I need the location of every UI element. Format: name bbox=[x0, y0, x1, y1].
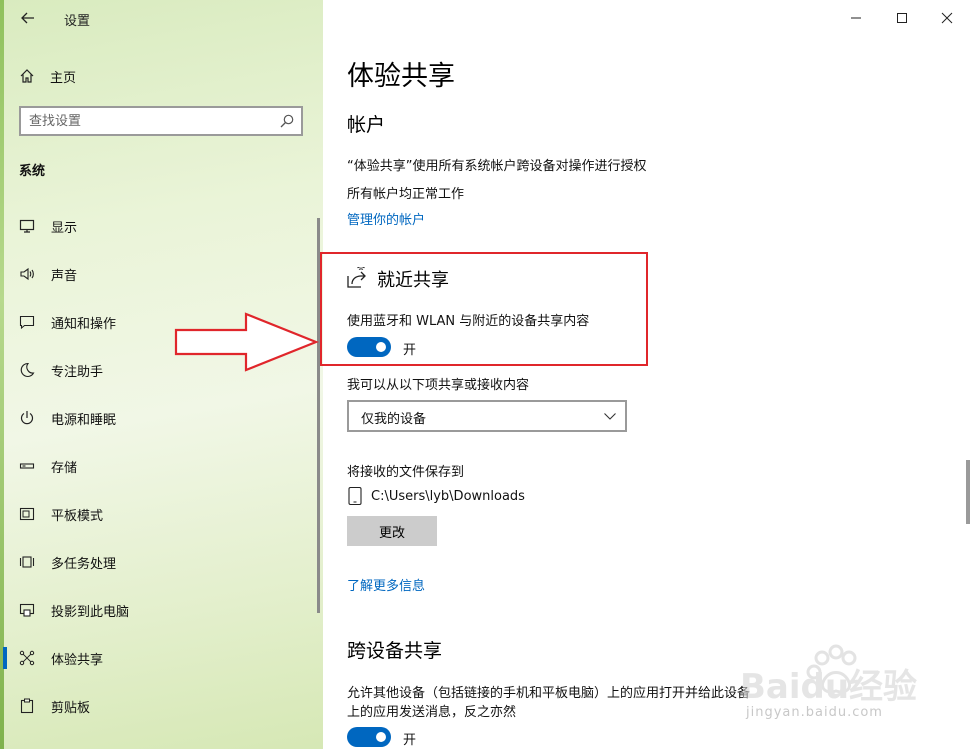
cross-device-toggle[interactable] bbox=[347, 727, 391, 747]
cross-device-description-1: 允许其他设备（包括链接的手机和平板电脑）上的应用打开并给此设备 bbox=[347, 686, 751, 701]
moon-icon bbox=[20, 362, 35, 377]
close-icon[interactable] bbox=[924, 0, 970, 36]
content-pane: 体验共享 帐户 “体验共享”使用所有系统帐户跨设备对操作进行授权 所有帐户均正常… bbox=[323, 0, 973, 749]
tablet-mode-icon bbox=[19, 507, 35, 521]
sidebar-item-shared-experiences[interactable]: 体验共享 bbox=[0, 634, 318, 682]
save-location-row: C:\Users\lyb\Downloads bbox=[347, 486, 525, 506]
sidebar-item-label: 通知和操作 bbox=[51, 316, 117, 332]
watermark-url: jingyan.baidu.com bbox=[746, 705, 883, 720]
sidebar: 设置 主页 系统 显示 声音 通知和操作 bbox=[0, 0, 323, 749]
highlight-box bbox=[320, 252, 648, 366]
sidebar-item-display[interactable]: 显示 bbox=[0, 202, 318, 250]
watermark-brand: Baidu经验 bbox=[740, 667, 917, 707]
accounts-heading: 帐户 bbox=[347, 114, 386, 136]
sidebar-item-label: 多任务处理 bbox=[51, 556, 117, 572]
sidebar-item-label: 存储 bbox=[51, 460, 78, 476]
sidebar-item-label: 电源和睡眠 bbox=[51, 412, 117, 428]
notification-icon bbox=[19, 315, 35, 330]
phone-icon bbox=[348, 486, 362, 506]
sidebar-item-home[interactable]: 主页 bbox=[18, 64, 76, 88]
sidebar-item-storage[interactable]: 存储 bbox=[0, 442, 318, 490]
search-icon[interactable] bbox=[279, 113, 295, 129]
sidebar-item-label: 专注助手 bbox=[51, 364, 104, 380]
manage-accounts-link[interactable]: 管理你的帐户 bbox=[347, 209, 425, 228]
sidebar-item-label: 投影到此电脑 bbox=[51, 604, 130, 620]
save-location-path: C:\Users\lyb\Downloads bbox=[371, 488, 525, 504]
share-receive-label: 我可以从以下项共享或接收内容 bbox=[347, 378, 530, 393]
accounts-description: “体验共享”使用所有系统帐户跨设备对操作进行授权 bbox=[347, 159, 647, 174]
change-location-button[interactable]: 更改 bbox=[347, 516, 437, 546]
home-icon bbox=[20, 69, 34, 83]
sidebar-item-label: 体验共享 bbox=[51, 652, 104, 668]
settings-window: 设置 主页 系统 显示 声音 通知和操作 bbox=[0, 0, 973, 749]
cross-device-heading: 跨设备共享 bbox=[347, 640, 443, 662]
display-icon bbox=[19, 219, 35, 233]
save-location-label: 将接收的文件保存到 bbox=[347, 465, 465, 480]
clipboard-icon bbox=[20, 698, 34, 714]
sidebar-item-label: 主页 bbox=[50, 70, 77, 86]
sidebar-item-tablet-mode[interactable]: 平板模式 bbox=[0, 490, 318, 538]
learn-more-link[interactable]: 了解更多信息 bbox=[347, 575, 425, 594]
sidebar-nav: 显示 声音 通知和操作 专注助手 电源和睡眠 存储 平板模式 多任务处理 投影到… bbox=[0, 202, 318, 730]
maximize-icon[interactable] bbox=[879, 0, 925, 36]
accounts-status: 所有帐户均正常工作 bbox=[347, 187, 465, 202]
sidebar-item-power[interactable]: 电源和睡眠 bbox=[0, 394, 318, 442]
search-input[interactable] bbox=[29, 111, 269, 131]
sidebar-item-label: 声音 bbox=[51, 268, 78, 284]
section-title: 系统 bbox=[19, 164, 46, 179]
sidebar-item-clipboard[interactable]: 剪贴板 bbox=[0, 682, 318, 730]
app-title: 设置 bbox=[64, 14, 91, 29]
sidebar-item-label: 显示 bbox=[51, 220, 78, 236]
page-title: 体验共享 bbox=[347, 61, 455, 92]
chevron-down-icon bbox=[604, 413, 616, 420]
share-scope-dropdown[interactable]: 仅我的设备 bbox=[347, 400, 627, 432]
sidebar-item-sound[interactable]: 声音 bbox=[0, 250, 318, 298]
dropdown-value: 仅我的设备 bbox=[361, 412, 427, 427]
content-scrollbar[interactable] bbox=[966, 460, 970, 524]
annotation-arrow-icon bbox=[174, 312, 319, 372]
titlebar-left: 设置 bbox=[0, 0, 323, 38]
search-box[interactable] bbox=[19, 106, 303, 136]
project-icon bbox=[19, 603, 35, 617]
storage-icon bbox=[19, 463, 35, 469]
power-icon bbox=[20, 411, 34, 425]
sidebar-item-label: 剪贴板 bbox=[51, 700, 91, 716]
minimize-icon[interactable] bbox=[833, 0, 879, 36]
sidebar-item-project[interactable]: 投影到此电脑 bbox=[0, 586, 318, 634]
sidebar-item-multitasking[interactable]: 多任务处理 bbox=[0, 538, 318, 586]
sidebar-item-label: 平板模式 bbox=[51, 508, 104, 524]
cross-device-description-2: 上的应用发送消息，反之亦然 bbox=[347, 705, 517, 720]
cross-device-toggle-label: 开 bbox=[403, 733, 417, 748]
speaker-icon bbox=[20, 267, 34, 281]
back-arrow-icon[interactable] bbox=[16, 6, 40, 30]
shared-experiences-icon bbox=[19, 650, 35, 666]
multitask-icon bbox=[19, 556, 35, 568]
